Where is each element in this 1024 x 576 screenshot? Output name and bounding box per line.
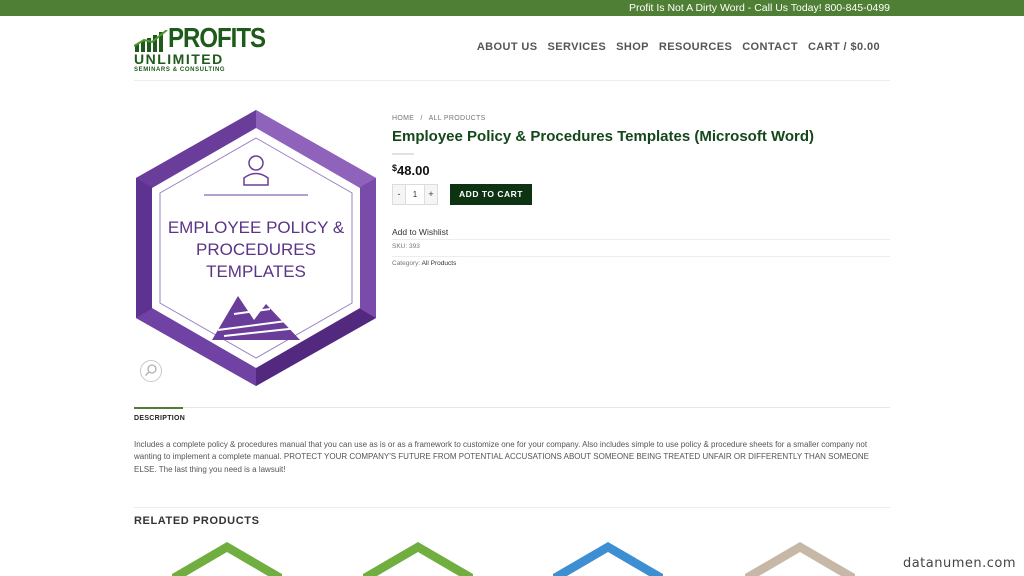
quantity-stepper: - 1 + [392,184,438,205]
title-divider [392,153,414,155]
related-product-thumb[interactable] [745,540,855,576]
product-image[interactable]: EMPLOYEE POLICY & PROCEDURES TEMPLATES [134,108,378,388]
product-price: $48.00 [392,163,430,178]
add-to-cart-button[interactable]: ADD TO CART [450,184,532,205]
related-divider [134,507,890,508]
watermark-text: datanumen.com [902,556,1016,571]
related-product-image [553,542,663,576]
related-product-image [745,542,855,576]
product-sku: SKU: 393 [392,243,420,250]
magnifier-icon [145,364,157,376]
site-header: PROFITS UNLIMITED SEMINARS & CONSULTING … [0,16,1024,80]
category-label: Category: [392,260,422,267]
quantity-plus-button[interactable]: + [425,185,437,204]
nav-resources[interactable]: RESOURCES [659,41,732,53]
nav-cart[interactable]: CART / $0.00 [808,41,880,53]
category-link[interactable]: All Products [422,260,457,267]
breadcrumb-separator: / [420,115,423,122]
zoom-icon[interactable] [140,360,162,382]
breadcrumb-all-products[interactable]: ALL PRODUCTS [429,115,486,122]
related-product-thumb[interactable] [363,540,473,576]
sku-label: SKU: [392,243,409,250]
related-product-thumb[interactable] [553,540,663,576]
breadcrumb-home[interactable]: HOME [392,115,414,122]
product-category: Category: All Products [392,260,456,267]
image-text-line-2: PROCEDURES [196,240,316,259]
logo-text-unlimited: UNLIMITED [134,51,224,67]
description-text: Includes a complete policy & procedures … [134,440,870,474]
quantity-input[interactable]: 1 [405,185,425,204]
quantity-minus-button[interactable]: - [393,185,405,204]
logo-tagline: SEMINARS & CONSULTING [134,67,226,73]
related-product-thumb[interactable] [172,540,282,576]
image-text-line-3: TEMPLATES [206,262,306,281]
top-bar: Profit Is Not A Dirty Word - Call Us Tod… [0,0,1024,16]
logo-chart-icon [134,30,168,52]
related-products-heading: RELATED PRODUCTS [134,515,260,527]
related-product-image [363,542,473,576]
logo-text-profits: PROFITS [168,22,266,54]
image-text-line-1: EMPLOYEE POLICY & [168,218,345,237]
product-title: Employee Policy & Procedures Templates (… [392,128,815,145]
sku-value: 393 [408,243,420,250]
site-logo[interactable]: PROFITS UNLIMITED SEMINARS & CONSULTING [134,23,266,74]
description-divider [134,407,890,408]
meta-divider [392,239,890,240]
nav-shop[interactable]: SHOP [616,41,649,53]
price-amount: 48.00 [397,163,430,178]
related-product-image [172,542,282,576]
breadcrumb: HOME / ALL PRODUCTS [392,115,490,122]
nav-about-us[interactable]: ABOUT US [477,41,538,53]
description-tab-indicator [134,407,183,409]
tab-description[interactable]: DESCRIPTION [134,415,185,422]
main-nav: ABOUT US SERVICES SHOP RESOURCES CONTACT… [477,41,880,53]
nav-contact[interactable]: CONTACT [742,41,798,53]
meta-divider [392,256,890,257]
add-to-wishlist-link[interactable]: Add to Wishlist [392,227,448,237]
top-bar-text: Profit Is Not A Dirty Word - Call Us Tod… [628,2,890,14]
nav-services[interactable]: SERVICES [547,41,606,53]
product-hexagon-graphic: EMPLOYEE POLICY & PROCEDURES TEMPLATES [136,110,376,386]
header-divider [134,80,890,81]
